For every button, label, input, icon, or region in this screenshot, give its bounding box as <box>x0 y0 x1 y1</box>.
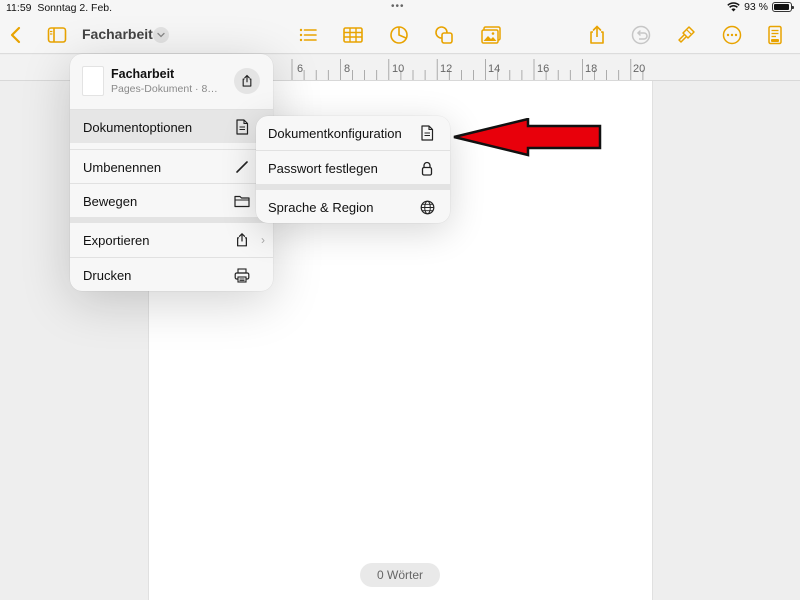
submenu-item-label: Passwort festlegen <box>268 161 378 176</box>
menu-document-name: Facharbeit <box>111 67 175 81</box>
media-icon[interactable] <box>478 22 504 48</box>
share-icon[interactable] <box>584 22 610 48</box>
submenu-item-passwort-festlegen[interactable]: Passwort festlegen <box>256 150 450 184</box>
menu-share-button[interactable] <box>234 68 260 94</box>
battery-icon <box>772 2 794 12</box>
document-setup-icon[interactable] <box>762 22 788 48</box>
multitasking-dots[interactable]: ••• <box>391 1 405 12</box>
menu-item-label: Bewegen <box>83 194 138 209</box>
submenu-item-dokumentkonfiguration[interactable]: Dokumentkonfiguration <box>256 116 450 150</box>
battery-percentage: 93 % <box>744 1 768 13</box>
menu-item-label: Umbenennen <box>83 160 162 175</box>
status-bar: 11:59 Sonntag 2. Feb. ••• 93 % <box>0 0 800 16</box>
status-time-date: 11:59 Sonntag 2. Feb. <box>6 2 113 14</box>
submenu-item-label: Dokumentkonfiguration <box>268 126 402 141</box>
undo-icon[interactable] <box>628 22 654 48</box>
pencil-icon <box>233 158 251 176</box>
shapes-icon[interactable] <box>431 22 457 48</box>
ruler-label: 6 <box>297 63 304 75</box>
menu-item-drucken[interactable]: Drucken <box>70 257 273 291</box>
menu-header: Facharbeit Pages-Dokument · 88… <box>70 54 273 109</box>
menu-item-bewegen[interactable]: Bewegen <box>70 183 273 217</box>
ruler-label: 12 <box>440 63 453 75</box>
ruler-label: 8 <box>344 63 351 75</box>
word-count-badge[interactable]: 0 Wörter <box>360 563 440 587</box>
share-icon <box>242 74 252 87</box>
ruler-label: 18 <box>585 63 598 75</box>
status-right: 93 % <box>727 1 794 13</box>
ruler-label: 14 <box>488 63 501 75</box>
back-chevron-icon[interactable] <box>3 22 29 48</box>
wifi-icon <box>727 2 740 12</box>
ruler-label: 16 <box>537 63 550 75</box>
menu-item-label: Exportieren <box>83 233 150 248</box>
file-menu: Facharbeit Pages-Dokument · 88… Dokument… <box>70 54 273 291</box>
chevron-right-icon: › <box>261 233 265 247</box>
document-icon <box>233 118 251 136</box>
lock-icon <box>418 159 436 177</box>
menu-item-exportieren[interactable]: Exportieren › <box>70 223 273 257</box>
ruler-label: 20 <box>633 63 646 75</box>
submenu-item-label: Sprache & Region <box>268 200 374 215</box>
title-chevron-down-icon[interactable] <box>153 27 169 43</box>
document-options-submenu: Dokumentkonfiguration Passwort festlegen… <box>256 116 450 223</box>
red-arrow-annotation-icon <box>453 118 602 157</box>
export-icon <box>233 231 251 249</box>
chart-icon[interactable] <box>386 22 412 48</box>
menu-item-label: Dokumentoptionen <box>83 120 193 135</box>
menu-item-dokumentoptionen[interactable]: Dokumentoptionen <box>70 109 273 143</box>
format-brush-icon[interactable] <box>673 22 699 48</box>
table-icon[interactable] <box>340 22 366 48</box>
globe-icon <box>418 198 436 216</box>
document-icon <box>418 124 436 142</box>
submenu-item-sprache-region[interactable]: Sprache & Region <box>256 190 450 223</box>
menu-document-info: Pages-Dokument · 88… <box>111 83 223 95</box>
list-icon[interactable] <box>295 22 321 48</box>
menu-item-label: Drucken <box>83 268 132 283</box>
toolbar: Facharbeit <box>0 16 800 54</box>
menu-item-umbenennen[interactable]: Umbenennen <box>70 149 273 183</box>
more-icon[interactable] <box>719 22 745 48</box>
document-thumbnail <box>82 66 104 96</box>
ruler-label: 10 <box>392 63 405 75</box>
folder-icon <box>233 192 251 210</box>
sidebar-icon[interactable] <box>44 22 70 48</box>
document-title[interactable]: Facharbeit <box>82 26 153 42</box>
printer-icon <box>233 266 251 284</box>
